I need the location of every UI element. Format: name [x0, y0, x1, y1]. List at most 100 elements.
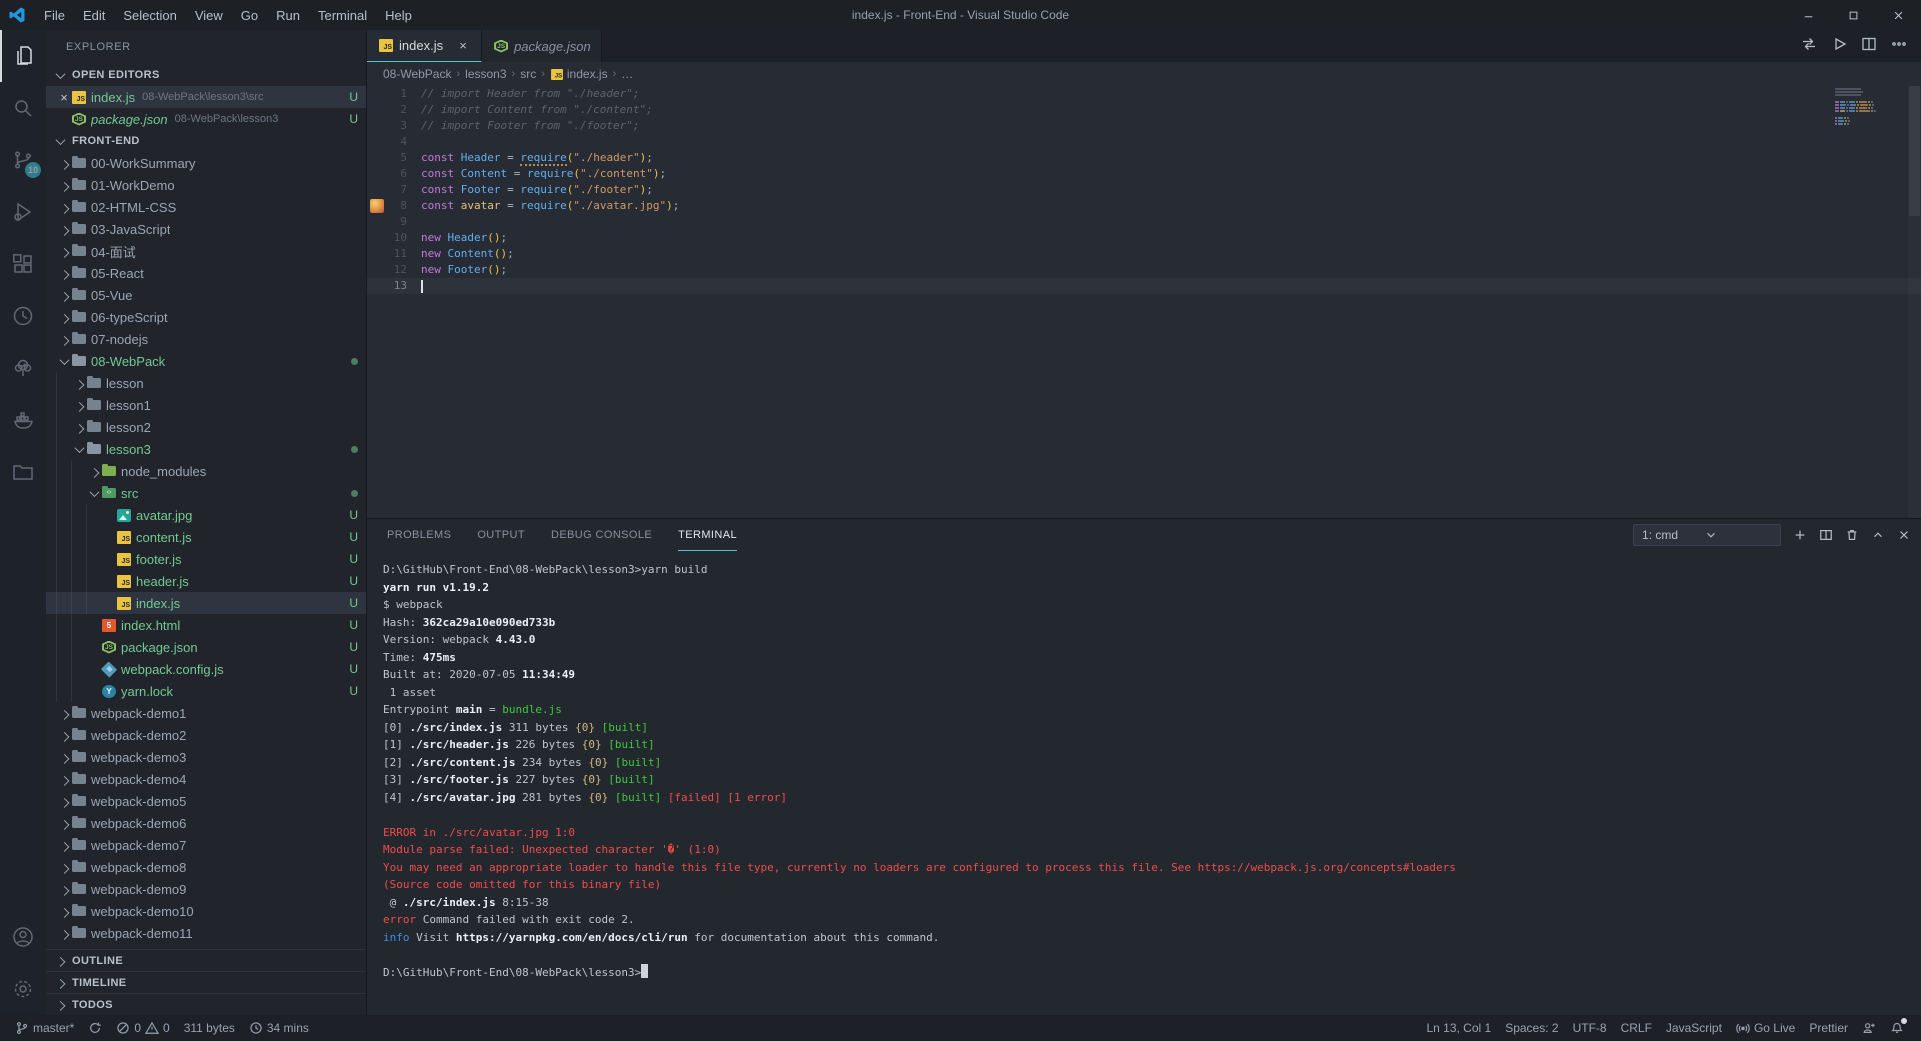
tree-item-05-react[interactable]: 05-React — [46, 262, 366, 284]
language-mode[interactable]: JavaScript — [1659, 1021, 1729, 1035]
code-line-11[interactable]: 11 new Content(); — [367, 246, 1921, 262]
tree-item-index-js[interactable]: JS index.js U — [46, 592, 366, 614]
activity-run-debug[interactable] — [0, 186, 46, 238]
tree-item-lesson3[interactable]: lesson3 — [46, 438, 366, 460]
tree-item-05-vue[interactable]: 05-Vue — [46, 284, 366, 306]
close-icon[interactable]: × — [56, 90, 72, 105]
section-timeline[interactable]: TIMELINE — [46, 971, 366, 993]
activity-extensions[interactable] — [0, 238, 46, 290]
tree-item-lesson2[interactable]: lesson2 — [46, 416, 366, 438]
breadcrumb-item[interactable]: src — [520, 67, 536, 81]
code-line-13[interactable]: 13 — [367, 278, 1921, 294]
panel-tab-problems[interactable]: PROBLEMS — [387, 519, 451, 551]
activity-account[interactable] — [0, 911, 46, 963]
code-line-2[interactable]: 2 // import Content from "./content"; — [367, 102, 1921, 118]
section-todos[interactable]: TODOS — [46, 993, 366, 1015]
tree-item-00-worksummary[interactable]: 00-WorkSummary — [46, 152, 366, 174]
activity-docker[interactable] — [0, 394, 46, 446]
tree-item-03-javascript[interactable]: 03-JavaScript — [46, 218, 366, 240]
run-button[interactable] — [1831, 36, 1847, 57]
tree-item-webpack-demo3[interactable]: webpack-demo3 — [46, 746, 366, 768]
tree-item-package-json[interactable]: JS package.json U — [46, 636, 366, 658]
sync-status[interactable] — [81, 1015, 109, 1041]
kill-terminal-button[interactable] — [1845, 528, 1859, 542]
terminal-output[interactable]: D:\GitHub\Front-End\08-WebPack\lesson3> y… — [367, 551, 1921, 1015]
activity-todo-tree[interactable] — [0, 342, 46, 394]
menu-edit[interactable]: Edit — [75, 5, 113, 26]
menu-view[interactable]: View — [187, 5, 231, 26]
scrollbar-thumb[interactable] — [1909, 86, 1920, 216]
tree-item-lesson[interactable]: lesson — [46, 372, 366, 394]
tab-index-js[interactable]: JS index.js × — [367, 30, 483, 62]
code-line-8[interactable]: 8 const avatar = require("./avatar.jpg"); — [367, 198, 1921, 214]
activity-settings[interactable] — [0, 963, 46, 1015]
tree-item-webpack-demo8[interactable]: webpack-demo8 — [46, 856, 366, 878]
tree-item-webpack-demo4[interactable]: webpack-demo4 — [46, 768, 366, 790]
menu-go[interactable]: Go — [233, 5, 266, 26]
panel-tab-debug-console[interactable]: DEBUG CONSOLE — [551, 519, 652, 551]
breadcrumb-item[interactable]: 08-WebPack — [383, 67, 451, 81]
open-changes-button[interactable] — [1801, 36, 1817, 57]
code-line-9[interactable]: 9 — [367, 214, 1921, 230]
more-actions-button[interactable] — [1891, 36, 1907, 57]
menu-terminal[interactable]: Terminal — [310, 5, 375, 26]
git-branch-status[interactable]: master* — [8, 1015, 81, 1041]
encoding[interactable]: UTF-8 — [1566, 1021, 1614, 1035]
code-line-4[interactable]: 4 — [367, 134, 1921, 150]
tree-item-08-webpack[interactable]: 08-WebPack — [46, 350, 366, 372]
tree-item-07-nodejs[interactable]: 07-nodejs — [46, 328, 366, 350]
code-line-6[interactable]: 6 const Content = require("./content"); — [367, 166, 1921, 182]
code-editor[interactable]: 1 // import Header from "./header"; 2 // im… — [367, 86, 1921, 518]
activity-source-control[interactable]: 10 — [0, 134, 46, 186]
menu-run[interactable]: Run — [268, 5, 308, 26]
tree-item-webpack-demo6[interactable]: webpack-demo6 — [46, 812, 366, 834]
tree-item-webpack-demo5[interactable]: webpack-demo5 — [46, 790, 366, 812]
code-line-3[interactable]: 3 // import Footer from "./footer"; — [367, 118, 1921, 134]
tab-package-json[interactable]: JS package.json — [482, 30, 602, 62]
indentation[interactable]: Spaces: 2 — [1498, 1021, 1565, 1035]
editor-scrollbar[interactable] — [1908, 86, 1921, 518]
tree-item-header-js[interactable]: JS header.js U — [46, 570, 366, 592]
code-line-7[interactable]: 7 const Footer = require("./footer"); — [367, 182, 1921, 198]
cursor-position[interactable]: Ln 13, Col 1 — [1419, 1021, 1498, 1035]
new-terminal-button[interactable] — [1793, 528, 1807, 542]
panel-tab-output[interactable]: OUTPUT — [477, 519, 525, 551]
file-size-status[interactable]: 311 bytes — [177, 1015, 242, 1041]
split-editor-button[interactable] — [1861, 36, 1877, 57]
minimap[interactable] — [1835, 88, 1905, 129]
prettier[interactable]: Prettier — [1802, 1021, 1855, 1035]
tree-item-04[interactable]: 04-面试 — [46, 240, 366, 262]
tree-item-06-typescript[interactable]: 06-typeScript — [46, 306, 366, 328]
terminal-shell-selector[interactable]: 1: cmd — [1633, 524, 1781, 546]
timeline-status[interactable]: 34 mins — [242, 1015, 316, 1041]
maximize-window-button[interactable] — [1831, 0, 1876, 30]
split-terminal-button[interactable] — [1819, 528, 1833, 542]
breadcrumb-item[interactable]: … — [621, 67, 633, 81]
code-line-12[interactable]: 12 new Footer(); — [367, 262, 1921, 278]
maximize-panel-button[interactable] — [1871, 528, 1885, 542]
open-editor-index-js[interactable]: × JS index.js 08-WebPack\lesson3\src U — [46, 86, 366, 108]
activity-explorer[interactable] — [0, 30, 46, 82]
tree-item-webpack-demo2[interactable]: webpack-demo2 — [46, 724, 366, 746]
section-outline[interactable]: OUTLINE — [46, 949, 366, 971]
activity-search[interactable] — [0, 82, 46, 134]
tree-item-webpack-demo9[interactable]: webpack-demo9 — [46, 878, 366, 900]
tree-item-avatar-jpg[interactable]: avatar.jpg U — [46, 504, 366, 526]
tree-item-01-workdemo[interactable]: 01-WorkDemo — [46, 174, 366, 196]
open-editors-header[interactable]: OPEN EDITORS — [46, 64, 366, 86]
tree-item-index-html[interactable]: 5 index.html U — [46, 614, 366, 636]
tree-item-webpack-demo10[interactable]: webpack-demo10 — [46, 900, 366, 922]
eol[interactable]: CRLF — [1614, 1021, 1659, 1035]
feedback[interactable] — [1855, 1021, 1883, 1035]
notifications[interactable] — [1883, 1017, 1911, 1037]
activity-project-manager[interactable] — [0, 446, 46, 498]
problems-status[interactable]: 00 — [109, 1015, 176, 1041]
activity-gitlens[interactable] — [0, 290, 46, 342]
tree-item-yarn-lock[interactable]: Yyarn.lock U — [46, 680, 366, 702]
menu-file[interactable]: File — [36, 5, 73, 26]
tree-item-footer-js[interactable]: JS footer.js U — [46, 548, 366, 570]
tree-item-content-js[interactable]: JS content.js U — [46, 526, 366, 548]
tree-item-lesson1[interactable]: lesson1 — [46, 394, 366, 416]
menu-selection[interactable]: Selection — [115, 5, 184, 26]
code-line-5[interactable]: 5 const Header = require("./header"); — [367, 150, 1921, 166]
